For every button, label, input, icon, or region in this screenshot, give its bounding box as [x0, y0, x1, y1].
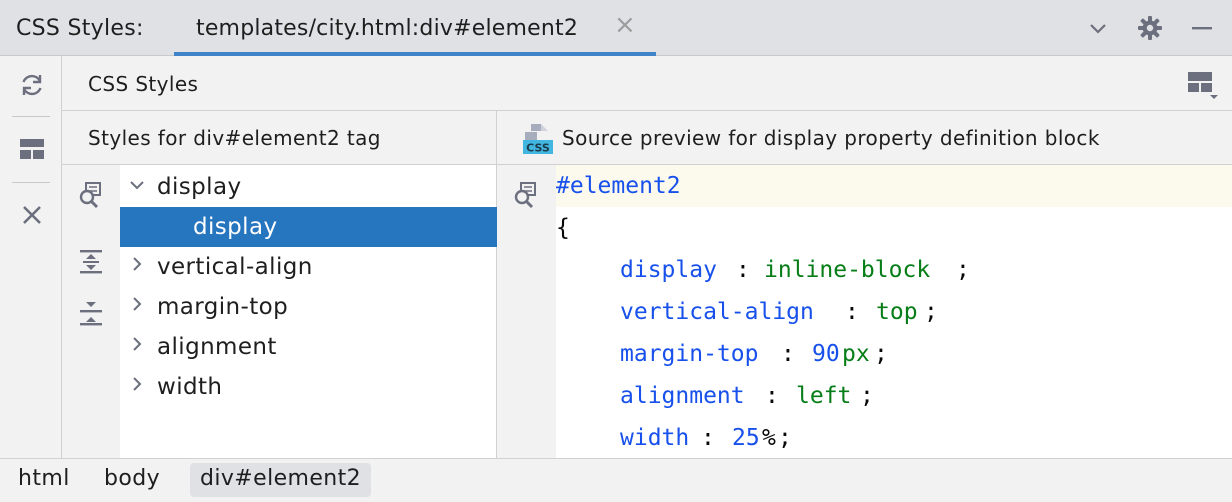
property-tree: display display vertical-align margin-to… [120, 165, 497, 458]
css-property: alignment [620, 383, 745, 409]
code-line-declaration: margin-top : 90 px ; [556, 333, 1232, 375]
toolbar-separator [12, 182, 50, 183]
css-number: 25 [732, 425, 760, 451]
minimize-icon[interactable] [1188, 14, 1216, 42]
tool-window-title: CSS Styles: [16, 16, 144, 41]
tab-label: templates/city.html:div#element2 [196, 16, 579, 41]
code-line-declaration: display : inline-block ; [556, 249, 1232, 291]
tab-element-styles[interactable]: templates/city.html:div#element2 × [174, 0, 656, 56]
tree-node-label: alignment [157, 334, 277, 360]
tree-node-vertical-align[interactable]: vertical-align [120, 247, 497, 287]
source-preview-title: Source preview for display property defi… [562, 126, 1100, 150]
collapse-all-icon[interactable] [76, 297, 106, 327]
chevron-down-icon[interactable] [128, 173, 146, 197]
tree-node-width[interactable]: width [120, 367, 497, 407]
css-semicolon: ; [860, 383, 874, 409]
find-usages-icon[interactable] [511, 180, 541, 210]
tree-node-display[interactable]: display [120, 167, 497, 207]
tree-node-margin-top[interactable]: margin-top [120, 287, 497, 327]
breadcrumb-item-html[interactable]: html [18, 463, 70, 497]
css-colon: : [701, 425, 715, 451]
gear-icon[interactable] [1136, 14, 1164, 42]
find-usages-icon[interactable] [76, 180, 106, 210]
chevron-right-icon[interactable] [128, 333, 146, 357]
css-number: 90 [812, 341, 840, 367]
breadcrumb: html body div#element2 [0, 458, 1232, 502]
source-preview-header: CSS Source preview for display property … [497, 111, 1232, 165]
css-semicolon: ; [874, 341, 888, 367]
css-semicolon: ; [924, 299, 938, 325]
css-colon: : [736, 257, 750, 283]
tree-node-label: vertical-align [157, 254, 313, 280]
layout-options-icon[interactable] [1186, 70, 1220, 100]
code-line-declaration: vertical-align : top ; [556, 291, 1232, 333]
left-toolbar [0, 56, 62, 458]
css-semicolon: ; [956, 257, 970, 283]
tree-node-label: margin-top [157, 294, 289, 320]
css-colon: : [781, 341, 795, 367]
css-selector: #element2 [556, 173, 681, 199]
close-icon[interactable] [17, 200, 47, 230]
subheader-title: CSS Styles [88, 72, 199, 96]
css-colon: : [765, 383, 779, 409]
css-value: inline-block [764, 257, 931, 283]
tree-node-label: width [157, 374, 223, 400]
css-property: margin-top [620, 341, 759, 367]
layout-icon[interactable] [17, 134, 47, 164]
code-line-declaration: width : 25 % ; [556, 417, 1232, 458]
css-semicolon: ; [778, 425, 792, 451]
css-property: width [620, 425, 690, 451]
breadcrumb-item-body[interactable]: body [104, 463, 160, 497]
css-property: vertical-align [620, 299, 814, 325]
code-line-open-brace: { [556, 207, 1232, 249]
styles-subheader: CSS Styles [62, 56, 1232, 111]
source-preview-editor[interactable]: #element2 { display : inline-block ; ver… [556, 165, 1232, 458]
tree-node-alignment[interactable]: alignment [120, 327, 497, 367]
css-file-icon: CSS [523, 124, 553, 155]
tree-node-display-child[interactable]: display [120, 207, 497, 247]
chevron-down-icon[interactable] [1084, 14, 1112, 42]
chevron-right-icon[interactable] [128, 293, 146, 317]
chevron-right-icon[interactable] [128, 253, 146, 277]
css-property: display [620, 257, 717, 283]
code-line-declaration: alignment : left ; [556, 375, 1232, 417]
tree-node-label: display [157, 174, 242, 200]
expand-all-icon[interactable] [76, 247, 106, 277]
tree-node-label: display [193, 214, 278, 240]
open-brace: { [556, 215, 570, 241]
tree-toolbar [62, 165, 120, 458]
breadcrumb-item-element[interactable]: div#element2 [190, 463, 372, 497]
css-badge-label: CSS [526, 142, 550, 155]
chevron-right-icon[interactable] [128, 373, 146, 397]
source-toolbar [497, 165, 556, 458]
css-value: left [796, 383, 852, 409]
css-value: top [876, 299, 918, 325]
css-colon: : [845, 299, 859, 325]
tool-window-header: CSS Styles: templates/city.html:div#elem… [0, 0, 1232, 56]
styles-pane-title: Styles for div#element2 tag [88, 126, 381, 150]
toolbar-separator [12, 116, 50, 117]
tab-close-icon[interactable]: × [614, 12, 636, 38]
styles-pane-header: Styles for div#element2 tag [62, 111, 497, 165]
refresh-icon[interactable] [17, 70, 47, 100]
css-unit: % [762, 425, 776, 451]
code-line-selector: #element2 [556, 165, 1232, 207]
css-unit: px [842, 341, 870, 367]
